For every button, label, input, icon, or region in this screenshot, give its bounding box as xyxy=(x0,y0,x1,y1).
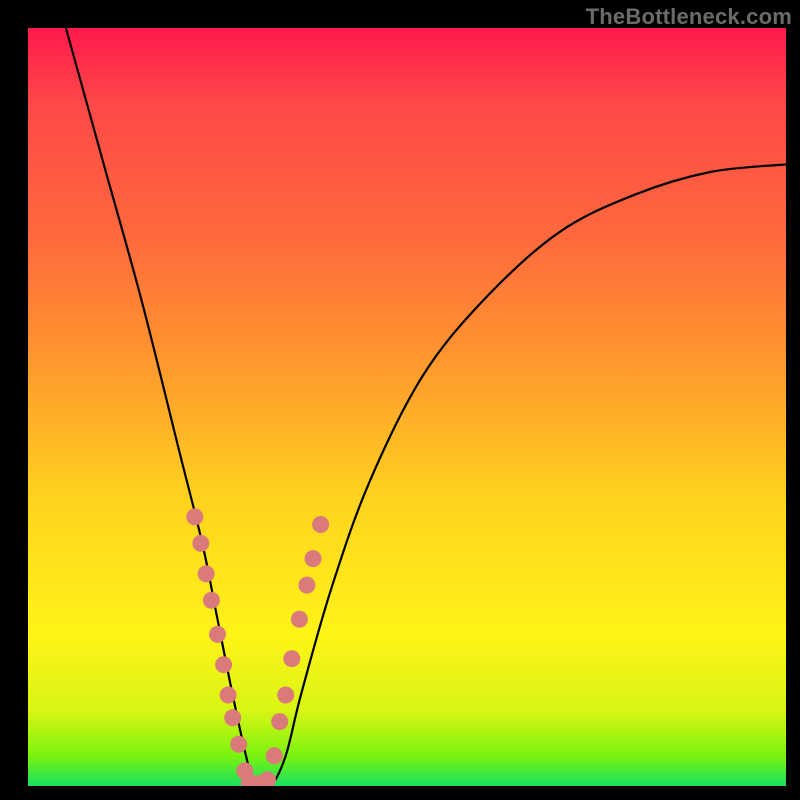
data-point xyxy=(224,709,241,726)
data-point xyxy=(283,650,300,667)
data-point xyxy=(215,656,232,673)
data-point xyxy=(186,508,203,525)
chart-svg xyxy=(28,28,786,786)
chart-frame: TheBottleneck.com xyxy=(0,0,800,800)
data-point xyxy=(192,535,209,552)
data-point xyxy=(220,687,237,704)
data-point xyxy=(230,736,247,753)
data-point xyxy=(312,516,329,533)
watermark-text: TheBottleneck.com xyxy=(586,4,792,30)
data-point xyxy=(259,771,276,786)
data-point xyxy=(198,565,215,582)
data-point xyxy=(271,713,288,730)
data-point xyxy=(291,611,308,628)
data-point xyxy=(203,592,220,609)
data-point xyxy=(305,550,322,567)
plot-area xyxy=(28,28,786,786)
data-point-markers xyxy=(186,508,329,786)
data-point xyxy=(209,626,226,643)
data-point xyxy=(266,747,283,764)
data-point xyxy=(298,577,315,594)
bottleneck-curve xyxy=(66,28,786,786)
data-point xyxy=(277,687,294,704)
